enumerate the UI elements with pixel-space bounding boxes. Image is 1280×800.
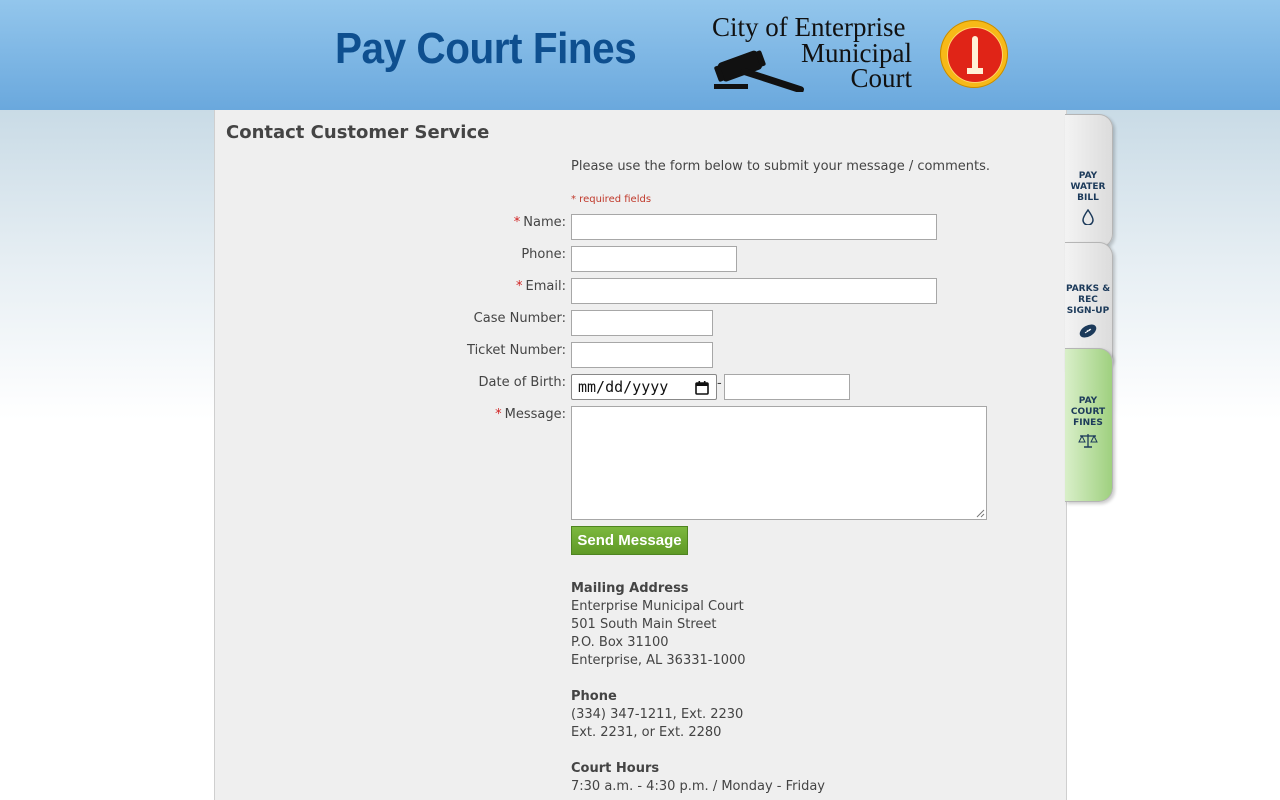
message-textarea[interactable]: [571, 406, 987, 520]
water-drop-icon: [1082, 209, 1094, 225]
side-tabs: PAY WATER BILL PARKS & REC SIGN-UP PAY C…: [1065, 110, 1117, 510]
mailing-line: P.O. Box 31100: [571, 635, 669, 650]
mailing-line: Enterprise Municipal Court: [571, 599, 744, 614]
date-of-birth-extra-input[interactable]: [724, 374, 850, 400]
phone-heading: Phone: [571, 689, 617, 704]
phone-block: Phone (334) 347-1211, Ext. 2230 Ext. 223…: [571, 688, 743, 742]
main-content: Contact Customer Service Please use the …: [214, 110, 1067, 800]
football-icon: [1079, 324, 1097, 338]
calendar-icon[interactable]: [695, 381, 709, 395]
resize-grip-icon[interactable]: [976, 509, 985, 518]
phone-input[interactable]: [571, 246, 737, 272]
tab-label-line: REC: [1078, 295, 1098, 305]
mailing-line: 501 South Main Street: [571, 617, 717, 632]
logo-line-1: City of Enterprise: [712, 12, 906, 42]
phone-line: Ext. 2231, or Ext. 2280: [571, 725, 722, 740]
case-number-label: Case Number:: [473, 311, 566, 326]
mailing-line: Enterprise, AL 36331-1000: [571, 653, 746, 668]
tab-label-line: FINES: [1073, 418, 1103, 428]
mailing-address-heading: Mailing Address: [571, 581, 689, 596]
required-marker: *: [495, 407, 502, 422]
name-label: * Name:: [513, 215, 566, 230]
tab-pay-water-bill[interactable]: PAY WATER BILL: [1065, 114, 1113, 248]
email-input[interactable]: [571, 278, 937, 304]
page-heading: Contact Customer Service: [226, 122, 490, 143]
tab-label-line: PAY: [1078, 396, 1098, 406]
site-header: Pay Court Fines City of Enterprise Munic…: [0, 0, 1280, 110]
required-marker: *: [513, 215, 521, 230]
form-intro: Please use the form below to submit your…: [571, 159, 991, 174]
send-message-button[interactable]: Send Message: [571, 526, 688, 555]
date-placeholder: mm/dd/yyyy: [578, 378, 669, 396]
tab-label-line: SIGN-UP: [1066, 306, 1110, 316]
site-title[interactable]: Pay Court Fines: [335, 24, 637, 74]
date-separator: -: [717, 376, 722, 391]
statue-icon: [972, 36, 978, 72]
city-seal: [940, 20, 1008, 88]
required-fields-note: * required fields: [571, 194, 652, 205]
court-logo[interactable]: City of Enterprise Municipal Court: [712, 12, 912, 92]
logo-line-3: Court: [850, 63, 912, 93]
court-hours-block: Court Hours 7:30 a.m. - 4:30 p.m. / Mond…: [571, 760, 825, 796]
tab-label-line: PARKS &: [1065, 284, 1111, 294]
court-hours-heading: Court Hours: [571, 761, 660, 776]
tab-label-line: COURT: [1070, 407, 1106, 417]
gavel-icon: [714, 50, 804, 92]
name-input[interactable]: [571, 214, 937, 240]
phone-line: (334) 347-1211, Ext. 2230: [571, 707, 744, 722]
tab-label-line: BILL: [1077, 193, 1099, 203]
date-of-birth-input[interactable]: mm/dd/yyyy: [571, 374, 717, 400]
mailing-address-block: Mailing Address Enterprise Municipal Cou…: [571, 580, 746, 670]
case-number-input[interactable]: [571, 310, 713, 336]
ticket-number-input[interactable]: [571, 342, 713, 368]
date-of-birth-label: Date of Birth:: [478, 375, 566, 390]
required-marker: *: [516, 279, 523, 294]
scales-icon: [1078, 434, 1098, 448]
email-label: * Email:: [516, 279, 566, 294]
tab-label-line: WATER: [1070, 182, 1106, 192]
ticket-number-label: Ticket Number:: [467, 343, 566, 358]
phone-label: Phone:: [521, 247, 566, 262]
tab-pay-court-fines[interactable]: PAY COURT FINES: [1065, 348, 1113, 502]
message-label: * Message:: [495, 407, 566, 422]
tab-label-line: PAY: [1078, 171, 1098, 181]
court-hours-line: 7:30 a.m. - 4:30 p.m. / Monday - Friday: [571, 779, 826, 794]
